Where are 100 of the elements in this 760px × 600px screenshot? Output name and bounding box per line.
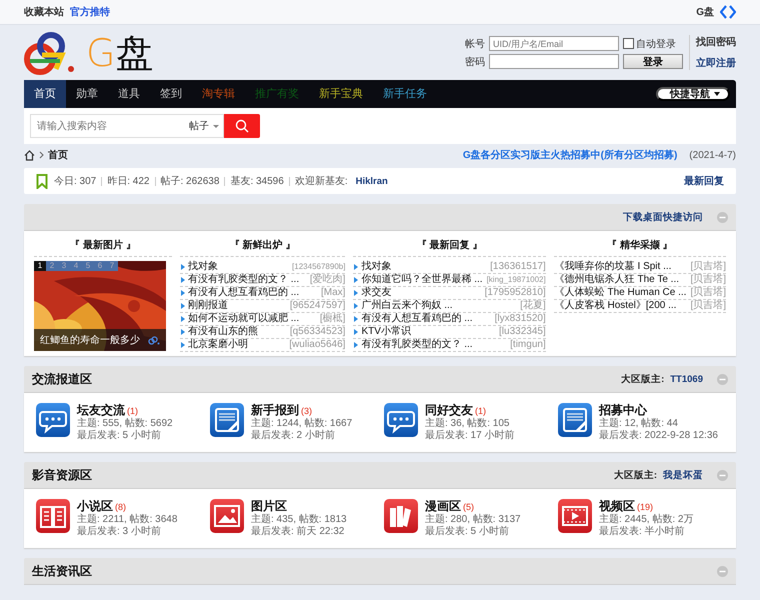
thread-link[interactable]: 《我唾弃你的坟墓 I Spit ... xyxy=(554,261,672,273)
search-field[interactable]: 请输入搜索内容 帖子 xyxy=(30,114,224,138)
notepad-icon[interactable] xyxy=(558,403,592,437)
video-icon[interactable] xyxy=(558,499,592,533)
thread-link[interactable]: 求交友 xyxy=(361,287,392,299)
thread-link[interactable]: 有没有人想互看鸡巴的 ... xyxy=(361,313,473,325)
new-post-count: (1) xyxy=(127,406,138,416)
forum-name[interactable]: 小说区 xyxy=(77,499,113,513)
chevron-icon xyxy=(39,151,44,159)
bookmark-site-link[interactable]: 收藏本站 xyxy=(24,5,64,19)
forum-stats: 主题: 36, 帖数: 105 xyxy=(425,418,510,430)
moderator-link[interactable]: TT1069 xyxy=(670,374,703,384)
last-post-time: 最后发表: 半小时前 xyxy=(599,526,686,538)
thread-link[interactable]: 你知道它吗？全世界最稀 ... xyxy=(361,274,483,286)
logo-text[interactable]: G盘 xyxy=(86,32,154,72)
caret-icon xyxy=(714,92,720,96)
search-scope-dropdown[interactable]: 帖子 xyxy=(189,119,219,133)
column-title: 『 新鲜出炉 』 xyxy=(180,233,346,257)
forum-stats: 主题: 280, 帖数: 3137 xyxy=(425,514,521,526)
logo-icon xyxy=(148,336,160,344)
forum-stats: 主题: 1244, 帖数: 1667 xyxy=(251,418,352,430)
quick-nav-button[interactable]: 快捷导航 xyxy=(656,87,730,101)
field-label: 密码 xyxy=(465,56,485,68)
member-link[interactable]: Hiklran xyxy=(356,176,388,186)
chat-bubble-icon[interactable] xyxy=(384,403,418,437)
stat-text: 今日: 307 xyxy=(53,176,98,186)
username-field[interactable]: UID/用户名/Email xyxy=(489,36,619,51)
forum-name[interactable]: 视频区 xyxy=(599,499,635,513)
thread-link[interactable]: KTV小常识 xyxy=(361,326,411,338)
section-title[interactable]: 影音资源区 xyxy=(32,466,92,484)
forum-stats: 主题: 2211, 帖数: 3648 xyxy=(77,514,178,526)
image-icon[interactable] xyxy=(210,499,244,533)
caret-icon xyxy=(213,124,219,128)
section-title[interactable]: 交流报道区 xyxy=(32,370,92,388)
last-post-time: 最后发表: 5 小时前 xyxy=(425,526,510,538)
nav-tab[interactable]: 签到 xyxy=(150,80,192,108)
moderator-label: 大区版主: xyxy=(621,372,664,386)
thread-link[interactable]: 找对象 xyxy=(188,261,218,273)
stat-text: 基友: 34596 xyxy=(224,176,289,186)
nav-tab[interactable]: 勋章 xyxy=(66,80,108,108)
last-post-time: 最后发表: 2022-9-28 12:36 xyxy=(599,430,718,442)
breadcrumb-link[interactable]: 首页 xyxy=(48,148,68,162)
section-title[interactable]: 生活资讯区 xyxy=(32,562,92,580)
thread-link[interactable]: 广州白云来个狗奴 ... xyxy=(361,300,453,312)
forum-name[interactable]: 图片区 xyxy=(251,499,287,513)
checkbox[interactable] xyxy=(623,38,634,49)
forum-name[interactable]: 新手报到 xyxy=(251,403,299,417)
notice-link[interactable]: G盘各分区实习版主火热招募中(所有分区均招募) xyxy=(462,148,678,162)
newest-member-label: 欢迎新基友: xyxy=(288,176,353,186)
register-link[interactable]: 立即注册 xyxy=(696,56,736,70)
promo-link[interactable]: 官方推特 xyxy=(70,5,110,19)
latest-replies-link[interactable]: 最新回复 xyxy=(684,174,724,188)
thread-link[interactable]: 《人皮客栈 Hostel》[200 ... xyxy=(554,300,676,312)
new-post-count: (5) xyxy=(463,502,474,512)
field-label: 帐号 xyxy=(465,38,485,50)
last-post-time: 最后发表: 前天 22:32 xyxy=(251,526,346,538)
thread-link[interactable]: 刚刚报道 xyxy=(188,300,228,312)
forgot-password-link[interactable]: 找回密码 xyxy=(696,35,736,49)
nav-tab[interactable]: 首页 xyxy=(24,80,66,108)
forum-stats: 主题: 12, 帖数: 44 xyxy=(599,418,679,430)
last-post-time: 最后发表: 2 小时前 xyxy=(251,430,336,442)
nav-tab[interactable]: 新手任务 xyxy=(373,80,437,108)
home-icon[interactable] xyxy=(24,150,35,160)
thread-link[interactable]: 有没有人想互看鸡巴的 ... xyxy=(188,287,300,299)
forum-name[interactable]: 坛友交流 xyxy=(77,403,125,417)
book-icon[interactable] xyxy=(36,499,70,533)
books-icon[interactable] xyxy=(384,499,418,533)
column-title: 『 最新回复 』 xyxy=(353,233,546,257)
thread-link[interactable]: 有没有乳胶类型的文？ ... xyxy=(361,339,473,351)
login-button[interactable]: 登录 xyxy=(623,54,683,69)
password-field[interactable] xyxy=(489,54,619,69)
new-post-count: (8) xyxy=(115,502,126,512)
thread-link[interactable]: 有没有乳胶类型的文？ ... xyxy=(188,274,300,286)
forum-name[interactable]: 漫画区 xyxy=(425,499,461,513)
bookmark-icon xyxy=(36,174,48,188)
forum-name[interactable]: 招募中心 xyxy=(599,403,647,417)
thread-link[interactable]: 北京案磨小明 xyxy=(188,339,248,351)
column-title: 『 精华采撷 』 xyxy=(554,233,726,257)
search-button[interactable] xyxy=(224,114,260,138)
nav-tab[interactable]: 道具 xyxy=(108,80,150,108)
desktop-shortcut-link[interactable]: 下载桌面快捷访问 xyxy=(623,210,703,224)
nav-tab[interactable]: 新手宝典 xyxy=(309,80,373,108)
forum-name[interactable]: 同好交友 xyxy=(425,403,473,417)
stat-text: 帖子: 262638 xyxy=(154,176,224,186)
thread-link[interactable]: 《德州电锯杀人狂 The Te ... xyxy=(554,274,680,286)
checkbox-label[interactable]: 自动登录 xyxy=(636,36,676,50)
thread-link[interactable]: 《人体蜈蚣 The Human Ce ... xyxy=(554,287,686,299)
chat-bubble-icon[interactable] xyxy=(36,403,70,437)
code-icon[interactable] xyxy=(720,4,736,20)
new-post-count: (1) xyxy=(475,406,486,416)
site-label: G盘 xyxy=(696,6,714,19)
nav-tab[interactable]: 淘专辑 xyxy=(192,80,245,108)
new-post-count: (3) xyxy=(301,406,312,416)
thread-link[interactable]: 有没有山东的熊 xyxy=(188,326,258,338)
slide-tab[interactable]: 1 xyxy=(34,261,46,271)
thread-link[interactable]: 找对象 xyxy=(361,261,392,273)
moderator-link[interactable]: 我是坏蛋 xyxy=(663,468,703,482)
moderator-label: 大区版主: xyxy=(614,468,657,482)
thread-link[interactable]: 如何不运动就可以减肥 ... xyxy=(188,313,300,325)
notepad-icon[interactable] xyxy=(210,403,244,437)
